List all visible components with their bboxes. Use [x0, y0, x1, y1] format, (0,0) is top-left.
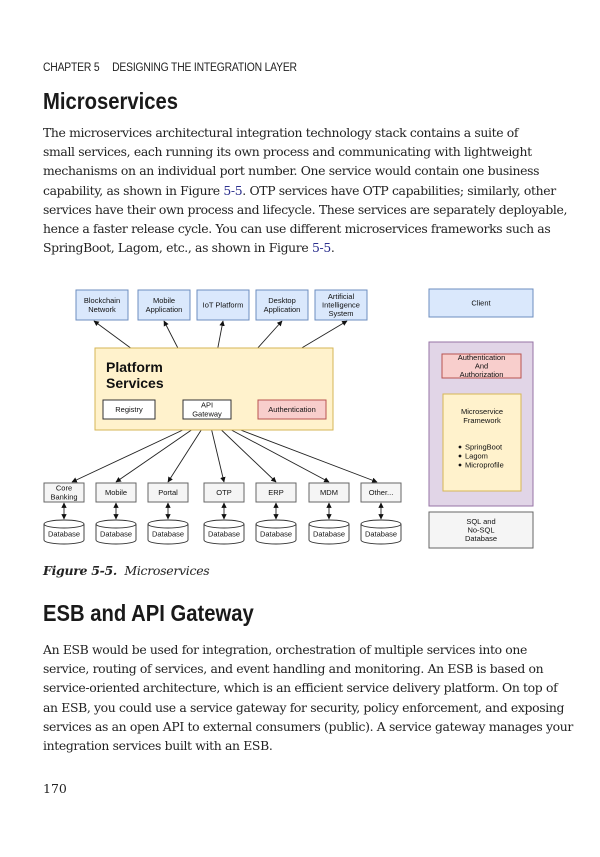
client-box-label: Application — [264, 305, 301, 314]
client-box-label: Network — [88, 305, 116, 314]
legend-framework-item: SpringBoot — [465, 443, 503, 452]
text-line: mechanisms on an individual port number.… — [43, 161, 563, 180]
chapter-title: DESIGNING THE INTEGRATION LAYER — [112, 62, 297, 74]
legend-framework-item: Lagom — [465, 452, 488, 461]
text-line: integration services built with an ESB. — [43, 738, 273, 754]
esb-paragraph: An ESB would be used for integration, or… — [43, 640, 573, 755]
text-line: services have their own process and life… — [43, 200, 567, 219]
page-number: 170 — [43, 781, 67, 796]
bullet-icon — [458, 463, 462, 467]
figure-link[interactable]: 5-5 — [223, 183, 242, 198]
text: small services, each running its own pro… — [43, 144, 532, 160]
chapter-number: CHAPTER 5 — [43, 62, 100, 74]
service-box-label: MDM — [320, 488, 338, 497]
text: . OTP services have OTP capabilities; si… — [242, 182, 556, 198]
database-label: Database — [313, 530, 345, 539]
microservices-diagram: Blockchain Network Mobile Application IoT Pl… — [40, 282, 540, 557]
database-label: Database — [208, 530, 240, 539]
platform-services-title: Services — [106, 375, 164, 391]
client-box-label: System — [328, 309, 353, 318]
text: SpringBoot, Lagom, etc., as shown in Fig… — [43, 240, 312, 256]
text-line: an ESB, you could use a service gateway … — [43, 699, 565, 715]
authentication-label: Authentication — [268, 405, 316, 414]
legend-framework-item: Microprofile — [465, 461, 504, 470]
database-label: Database — [260, 530, 292, 539]
text: mechanisms on an individual port number.… — [43, 163, 540, 179]
legend-framework-title: Framework — [463, 416, 501, 425]
service-box-label: Other... — [369, 488, 394, 497]
running-head: CHAPTER 5 DESIGNING THE INTEGRATION LAYER — [43, 62, 297, 74]
text: capability, as shown in Figure — [43, 182, 224, 198]
section-heading-esb: ESB and API Gateway — [43, 600, 254, 626]
service-box-label: Portal — [158, 488, 178, 497]
text-line: service, routing of services, and event … — [43, 661, 544, 677]
database-label: Database — [365, 530, 397, 539]
caption-label: Figure 5-5. — [43, 563, 117, 578]
service-box-label: Banking — [50, 492, 77, 501]
database-label: Database — [48, 530, 80, 539]
legend-client-label: Client — [471, 299, 491, 308]
platform-services-title: Platform — [106, 359, 163, 375]
bullet-icon — [458, 445, 462, 449]
text-line: An ESB would be used for integration, or… — [43, 642, 528, 657]
text: . — [330, 240, 335, 256]
text: The microservices architectural integrat… — [43, 125, 519, 140]
text: services have their own process and life… — [43, 201, 568, 217]
text-line: hence a faster release cycle. You can us… — [43, 219, 563, 238]
text-line: small services, each running its own pro… — [43, 142, 563, 161]
registry-label: Registry — [115, 405, 143, 414]
bullet-icon — [458, 454, 462, 458]
database-label: Database — [100, 530, 132, 539]
database-label: Database — [152, 530, 184, 539]
text-line: SpringBoot, Lagom, etc., as shown in Fig… — [43, 238, 563, 257]
section-heading-microservices: Microservices — [43, 88, 179, 114]
client-box-label: IoT Platform — [203, 301, 244, 310]
diagram-canvas: BlockchainNetworkMobileApplication IoT Pl… — [43, 288, 534, 549]
client-box-label: Application — [146, 305, 183, 314]
text-line: capability, as shown in Figure 5-5. OTP … — [43, 181, 563, 200]
service-box-label: OTP — [216, 488, 231, 497]
legend-auth-label: Authorization — [460, 370, 504, 379]
service-box-label: ERP — [268, 488, 283, 497]
text-line: service-oriented architecture, which is … — [43, 680, 558, 696]
figure-caption: Figure 5-5. Microservices — [43, 563, 210, 578]
legend-db-label: Database — [465, 534, 497, 543]
caption-text: Microservices — [124, 563, 210, 578]
figure-link[interactable]: 5-5 — [312, 240, 331, 255]
api-gateway-label: Gateway — [192, 409, 222, 418]
text-line: services as an open API to external cons… — [43, 718, 573, 734]
microservices-paragraph: The microservices architectural integrat… — [43, 123, 567, 257]
service-box-label: Mobile — [105, 488, 127, 497]
text-line: The microservices architectural integrat… — [43, 123, 563, 142]
text: hence a faster release cycle. You can us… — [43, 221, 551, 237]
